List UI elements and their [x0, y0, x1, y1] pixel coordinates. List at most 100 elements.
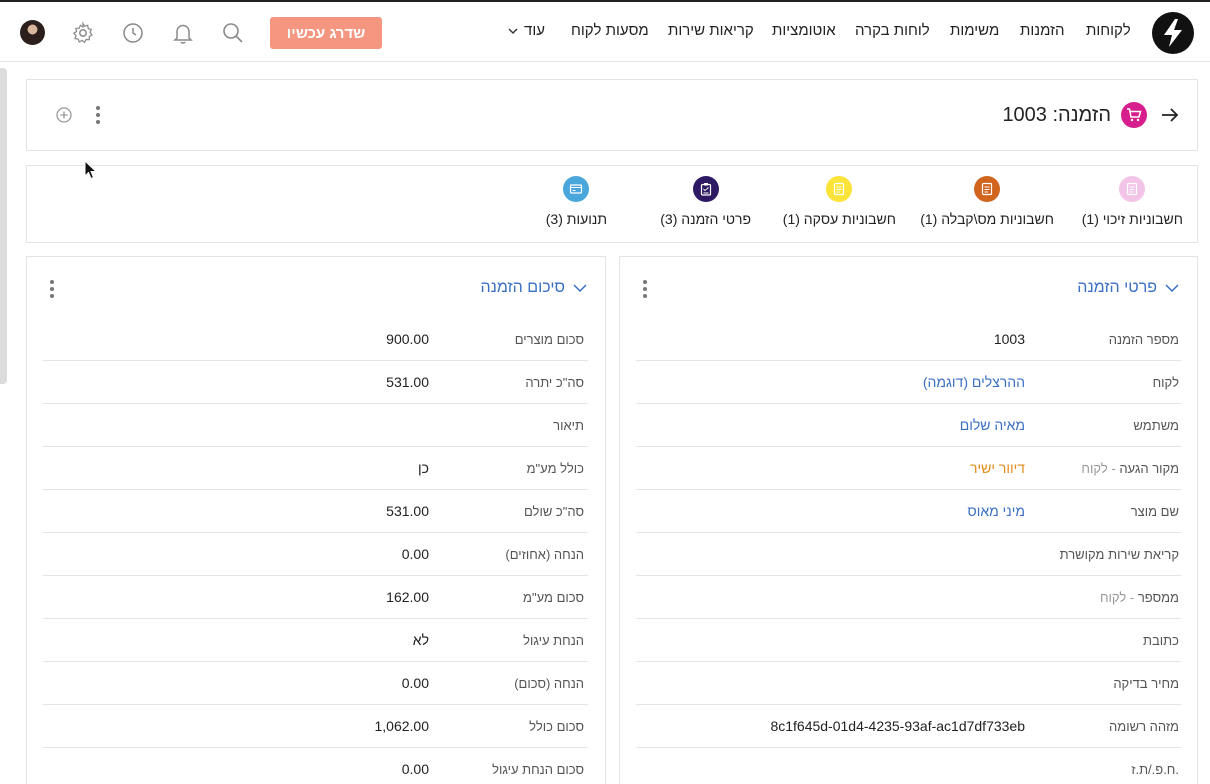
- gear-icon[interactable]: [71, 21, 95, 45]
- field-label-text: משתמש: [1133, 418, 1179, 433]
- field-row: שם מוצר מיני מאוס: [636, 490, 1181, 533]
- nav-dashboards[interactable]: לוחות בקרה: [855, 22, 930, 39]
- field-label-text: מקור הגעה: [1119, 461, 1179, 476]
- field-row: סכום הנחת עיגול 0.00: [43, 748, 588, 784]
- field-label: תיאור: [553, 418, 584, 433]
- field-row: כולל מע"מ כן: [43, 447, 588, 490]
- field-label: לקוח: [1153, 375, 1179, 390]
- nav-automations[interactable]: אוטומציות: [772, 22, 836, 39]
- nav-customer-journeys[interactable]: מסעות לקוח: [571, 22, 649, 39]
- field-row: קריאת שירות מקושרת: [636, 533, 1181, 576]
- related-label: חשבוניות זיכוי (1): [1081, 211, 1183, 227]
- field-row: הנחה (סכום) 0.00: [43, 662, 588, 705]
- field-row: תיאור: [43, 404, 588, 447]
- more-options-icon[interactable]: [47, 279, 57, 299]
- add-circle-icon[interactable]: [55, 106, 73, 124]
- mouse-cursor-icon: [84, 160, 98, 180]
- nav-more[interactable]: עוד: [508, 22, 545, 39]
- field-label: סה"כ שולם: [524, 504, 584, 519]
- related-credit-invoices-circle: [1119, 176, 1146, 202]
- field-value[interactable]: ההרצלים (דוגמה): [923, 374, 1025, 390]
- field-row: כתובת: [636, 619, 1181, 662]
- field-row: סה"כ שולם 531.00: [43, 490, 588, 533]
- field-value: 531.00: [386, 374, 429, 390]
- chevron-down-icon: [508, 28, 518, 34]
- clipboard-icon: [700, 183, 711, 196]
- nav-more-label: עוד: [524, 22, 545, 39]
- field-label-text: ממספר: [1137, 590, 1179, 605]
- panel-title: סיכום הזמנה: [480, 279, 565, 296]
- field-value: 900.00: [386, 331, 429, 347]
- related-deal-invoices[interactable]: חשבוניות עסקה (1): [783, 176, 896, 227]
- field-label-text: שם מוצר: [1130, 504, 1179, 519]
- related-credit-invoices[interactable]: חשבוניות זיכוי (1): [1082, 176, 1183, 227]
- field-value: 8c1f645d-01d4-4235-93af-ac1d7df733eb: [770, 718, 1025, 734]
- order-details-panel: פרטי הזמנה מספר הזמנה 1003 לקוח ההרצלים (דו…: [619, 256, 1198, 784]
- record-header: הזמנה: 1003: [26, 79, 1198, 151]
- clock-icon[interactable]: [121, 21, 145, 45]
- related-tax-receipts[interactable]: חשבוניות מס\קבלה (1): [920, 176, 1054, 227]
- nav-service-calls[interactable]: קריאות שירות: [668, 22, 754, 39]
- field-label: ממספר - לקוח: [1100, 590, 1179, 605]
- related-order-details-circle: [692, 176, 719, 202]
- field-row: סכום כולל 1,062.00: [43, 705, 588, 748]
- field-row: הנחת עיגול לא: [43, 619, 588, 662]
- field-label: מספר הזמנה: [1109, 332, 1179, 347]
- related-transactions[interactable]: תנועות (3): [546, 176, 607, 227]
- field-label: כולל מע"מ: [526, 461, 584, 476]
- back-arrow-icon[interactable]: [1159, 104, 1181, 126]
- field-label: ח.פ./ת.ז.: [1131, 762, 1179, 777]
- field-label: סכום כולל: [529, 719, 584, 734]
- field-row: ח.פ./ת.ז.: [636, 748, 1181, 784]
- order-details-toggle[interactable]: פרטי הזמנה: [1077, 279, 1179, 297]
- field-label: הנחה (סכום): [514, 676, 584, 691]
- more-options-icon[interactable]: [93, 105, 103, 125]
- order-summary-panel: סיכום הזמנה סכום מוצרים 900.00 סה"כ יתרה 53…: [26, 256, 606, 784]
- shopping-cart-icon: [1127, 108, 1142, 122]
- nav-customers[interactable]: לקוחות: [1086, 22, 1131, 39]
- nav-orders[interactable]: הזמנות: [1020, 22, 1064, 39]
- page-title: הזמנה: 1003: [1002, 104, 1111, 126]
- field-label-text: מספר הזמנה: [1108, 332, 1179, 347]
- more-options-icon[interactable]: [640, 279, 650, 299]
- field-row: לקוח ההרצלים (דוגמה): [636, 361, 1181, 404]
- related-order-details[interactable]: פרטי הזמנה (3): [660, 176, 751, 227]
- field-value: דיוור ישיר: [969, 460, 1025, 476]
- app-logo[interactable]: [1152, 12, 1194, 54]
- top-nav: לקוחות הזמנות משימות לוחות בקרה אוטומציו…: [0, 2, 1210, 62]
- field-value: 162.00: [386, 589, 429, 605]
- field-label: משתמש: [1133, 418, 1179, 433]
- nav-tasks[interactable]: משימות: [950, 22, 999, 39]
- field-value: לא: [412, 632, 429, 648]
- upgrade-button[interactable]: שדרג עכשיו: [270, 17, 382, 49]
- related-transactions-circle: [563, 176, 590, 202]
- field-row: ממספר - לקוח: [636, 576, 1181, 619]
- field-label: סכום מע"מ: [523, 590, 584, 605]
- field-sublabel: - לקוח: [1099, 590, 1138, 605]
- related-records: חשבוניות זיכוי (1) חשבוניות מס\קבלה (1) …: [26, 165, 1198, 243]
- field-label: קריאת שירות מקושרת: [1060, 547, 1179, 562]
- field-label: סה"כ יתרה: [525, 375, 584, 390]
- field-label-text: לקוח: [1152, 375, 1179, 390]
- field-value: 0.00: [401, 675, 429, 691]
- field-value: 0.00: [401, 761, 429, 777]
- search-icon[interactable]: [221, 21, 245, 45]
- bell-icon[interactable]: [171, 21, 195, 45]
- field-label: מחיר בדיקה: [1113, 676, 1179, 691]
- field-label: הנחה (אחוזים): [505, 547, 584, 562]
- field-label-text: מזהה רשומה: [1109, 719, 1179, 734]
- order-summary-toggle[interactable]: סיכום הזמנה: [480, 279, 587, 297]
- field-label: שם מוצר: [1131, 504, 1179, 519]
- field-value[interactable]: מאיה שלום: [960, 417, 1025, 433]
- chevron-down-icon: [573, 284, 587, 293]
- user-avatar[interactable]: [20, 20, 45, 45]
- field-value[interactable]: מיני מאוס: [968, 503, 1025, 519]
- card-icon: [570, 184, 583, 194]
- scrollbar[interactable]: [0, 68, 7, 384]
- field-value: 1,062.00: [374, 718, 430, 734]
- chevron-down-icon: [1165, 284, 1179, 293]
- field-sublabel: - לקוח: [1081, 461, 1120, 476]
- field-row: משתמש מאיה שלום: [636, 404, 1181, 447]
- field-value: 1003: [993, 331, 1025, 347]
- related-tax-receipts-circle: [974, 176, 1001, 202]
